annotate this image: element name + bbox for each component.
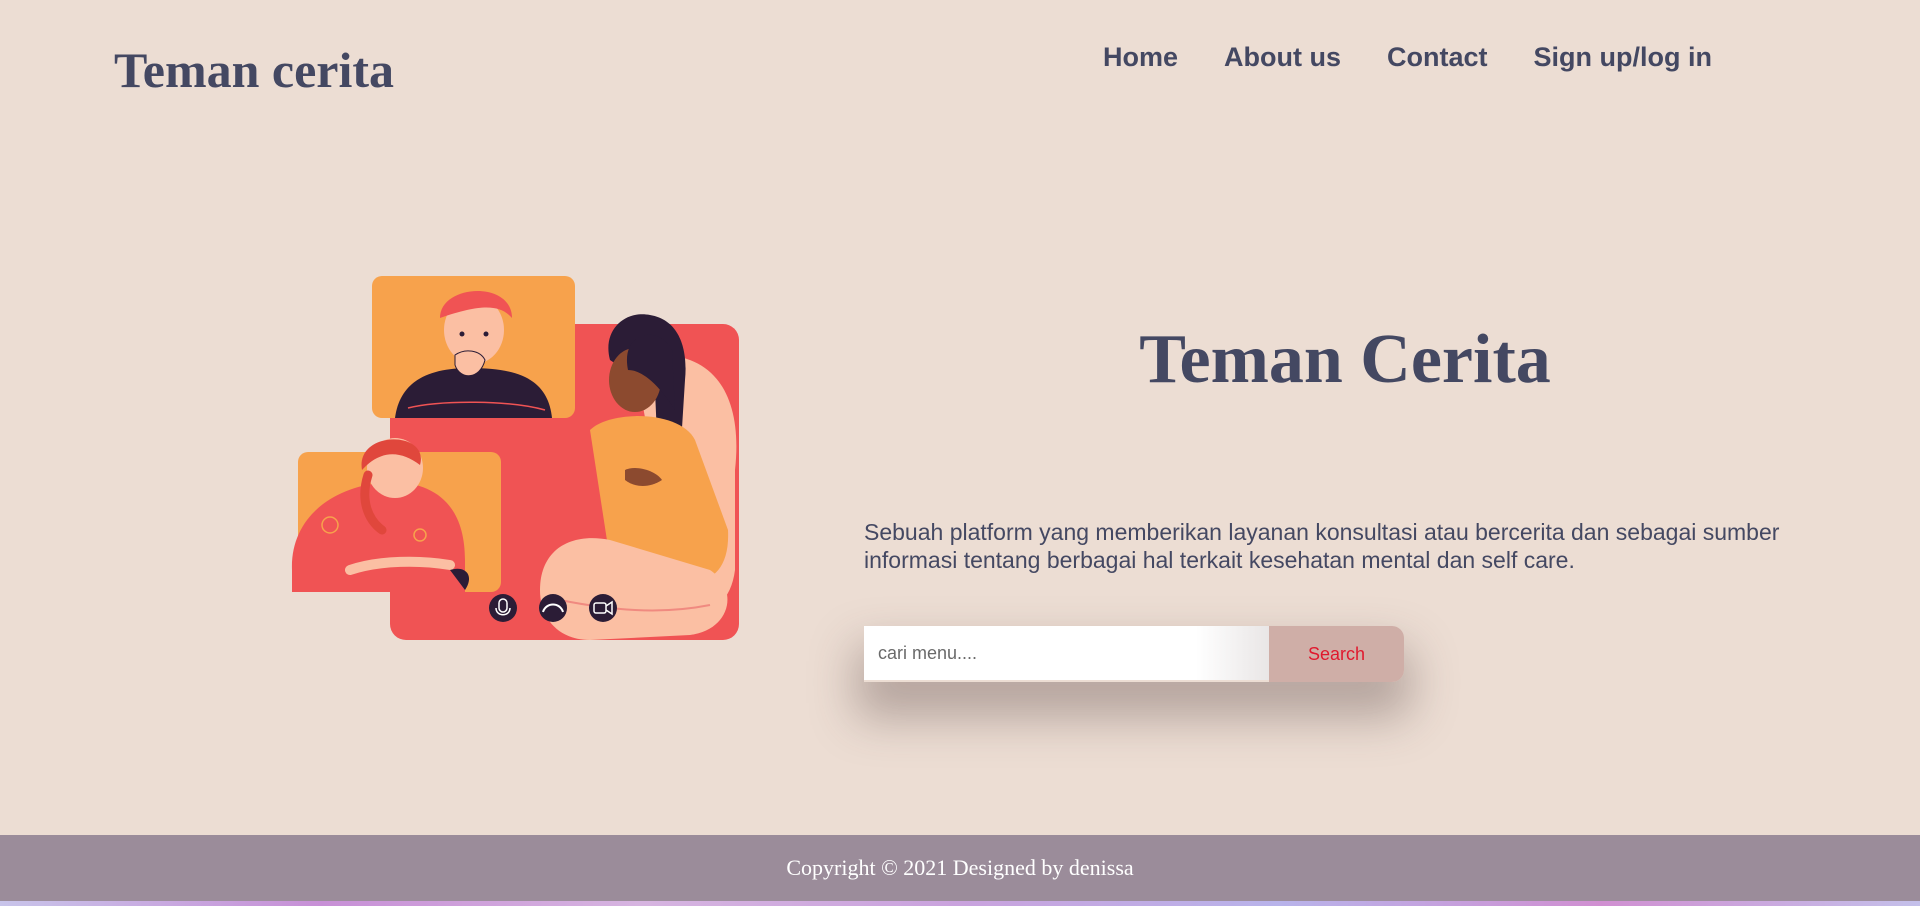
- microphone-icon[interactable]: [489, 594, 517, 622]
- search-form: Search: [864, 626, 1404, 682]
- footer: Copyright © 2021 Designed by denissa: [0, 835, 1920, 901]
- man-top-figure: [372, 276, 575, 418]
- search-button[interactable]: Search: [1269, 626, 1404, 682]
- hero-title: Teman Cerita: [1139, 321, 1551, 398]
- hero-description: Sebuah platform yang memberikan layanan …: [864, 519, 1780, 573]
- video-call-illustration: [290, 270, 750, 650]
- search-input[interactable]: [864, 626, 1269, 680]
- girl-left-figure: [291, 438, 501, 592]
- main-nav: Home About us Contact Sign up/log in: [1103, 40, 1712, 74]
- hang-up-phone-icon[interactable]: [539, 594, 567, 622]
- video-camera-icon[interactable]: [589, 594, 617, 622]
- call-controls: [489, 594, 617, 622]
- nav-contact[interactable]: Contact: [1387, 40, 1488, 74]
- nav-about-us[interactable]: About us: [1224, 40, 1341, 74]
- nav-signup-login[interactable]: Sign up/log in: [1534, 40, 1712, 74]
- nav-home[interactable]: Home: [1103, 40, 1178, 74]
- brand-logo[interactable]: Teman cerita: [114, 40, 394, 100]
- copyright-text: Copyright © 2021 Designed by denissa: [786, 855, 1134, 880]
- bottom-decorative-strip: [0, 901, 1920, 906]
